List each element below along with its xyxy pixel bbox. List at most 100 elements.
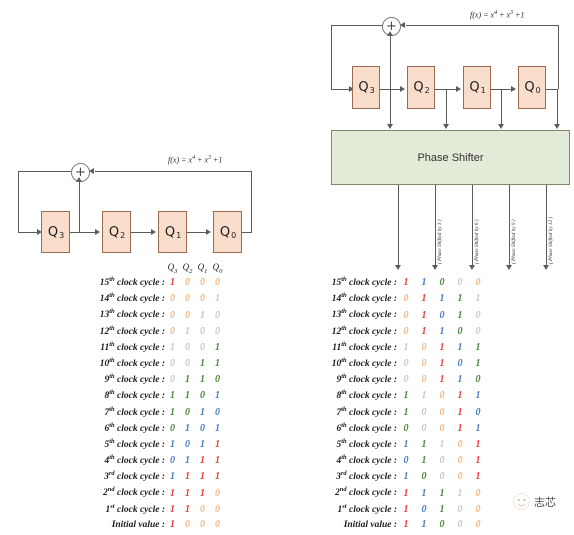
bit-cell: 0 (439, 471, 445, 483)
left-q1-in-arrow (151, 229, 156, 235)
right-feedback-polynomial: f(x) = x4 + x3 +1 (470, 10, 525, 20)
row-label: 13th clock cycle : (331, 308, 397, 321)
bit-cell: 1 (170, 471, 175, 483)
bit-cell: 1 (200, 439, 205, 451)
shifter-output-6-arrow (469, 265, 475, 270)
table-row: 15th clock cycle :11000 (297, 276, 487, 292)
tap-q1-arrow (498, 124, 504, 129)
right-register-q0: Q0 (518, 66, 546, 109)
bit-cell: 0 (475, 503, 481, 515)
bit-cell: 0 (215, 503, 220, 515)
bit-cell: 0 (185, 518, 190, 530)
left-q0-in-arrow (206, 229, 211, 235)
row-label: 6th clock cycle : (104, 421, 165, 434)
table-row: 7th clock cycle :10010 (297, 406, 487, 422)
table-row: 10th clock cycle :00101 (297, 357, 487, 373)
bit-cell: 0 (215, 309, 220, 321)
right-register-q2: Q2 (407, 66, 435, 109)
bit-cell: 1 (200, 487, 205, 499)
bit-cell: 1 (170, 503, 175, 515)
bit-cell: 1 (215, 455, 220, 467)
table-row: 15th clock cycle :1000 (62, 276, 225, 292)
bit-cell: 1 (439, 293, 445, 305)
row-label: 14th clock cycle : (99, 292, 165, 305)
row-label: 4th clock cycle : (104, 454, 165, 467)
bit-cell: 0 (475, 487, 481, 499)
table-row: 10th clock cycle :0011 (62, 357, 225, 373)
row-label: 15th clock cycle : (99, 276, 165, 289)
left-q2-in-arrow (95, 229, 100, 235)
row-label: 5th clock cycle : (336, 437, 397, 451)
bit-cell: 1 (170, 341, 175, 353)
row-label: 7th clock cycle : (336, 405, 397, 418)
shifter-output-9-wire (509, 185, 510, 268)
figure-canvas: f(x) = x4 + x3 +1 + Q3 Q2 Q1 Q0 Q3 Q2 Q1… (0, 0, 574, 530)
left-register-q2: Q2 (102, 211, 131, 253)
bit-cell: 1 (185, 374, 190, 386)
row-label: 13th clock cycle : (99, 308, 165, 321)
row-label: 7th clock cycle : (104, 405, 165, 418)
bit-cell: 1 (170, 277, 175, 289)
row-label: 11th clock cycle : (100, 340, 165, 353)
bit-cell: 1 (457, 374, 463, 386)
bit-cell: 0 (457, 471, 463, 483)
row-label: 12th clock cycle : (99, 324, 165, 337)
bit-cell: 0 (200, 503, 205, 515)
left-q3-to-q2-wire (70, 232, 96, 233)
row-label: 9th clock cycle : (336, 373, 397, 386)
shifter-output-3-wire (435, 185, 436, 268)
row-label: 1st clock cycle : (337, 502, 397, 515)
right-q3-tap-arrow (387, 31, 393, 36)
bit-cell: 1 (185, 471, 190, 483)
bit-cell: 1 (200, 471, 205, 483)
bit-cell: 1 (421, 390, 427, 402)
bit-cell: 1 (457, 341, 463, 353)
right-xor-to-q3-wire (331, 89, 351, 90)
table-row: 6th clock cycle :0101 (62, 422, 225, 438)
bit-cell: 1 (421, 325, 427, 337)
shifter-output-0-arrow (395, 265, 401, 270)
right-q0-in-arrow (511, 86, 516, 92)
row-label: 8th clock cycle : (336, 389, 397, 402)
bit-cell: 1 (215, 341, 220, 353)
bit-cell: 1 (421, 518, 427, 530)
bit-cell: 0 (439, 390, 445, 402)
right-q3-tap-riser (390, 34, 391, 89)
table-row: 4th clock cycle :0111 (62, 454, 225, 470)
bit-cell: 1 (170, 406, 175, 418)
tap-q1-to-shifter (501, 89, 502, 127)
bit-cell: 0 (170, 374, 175, 386)
tap-q0-arrow (554, 124, 560, 129)
bit-cell: 1 (170, 439, 175, 451)
bit-cell: 0 (439, 309, 445, 321)
bit-cell: 0 (457, 358, 463, 370)
left-header-q1: Q1 (197, 262, 208, 275)
left-header-q0: Q0 (212, 262, 223, 275)
left-feedback-top-wire (95, 171, 252, 172)
bit-cell: 1 (421, 293, 427, 305)
bit-cell: 0 (403, 374, 409, 386)
row-label: 4th clock cycle : (336, 454, 397, 467)
table-row: 12th clock cycle :0100 (62, 325, 225, 341)
bit-cell: 1 (200, 455, 205, 467)
bit-cell: 0 (457, 518, 463, 530)
bit-cell: 0 (421, 422, 427, 434)
left-state-table: 15th clock cycle :1 0 0 0 14th clock cycle :… (62, 276, 225, 535)
bit-cell: 0 (421, 374, 427, 386)
shifter-output-3-arrow (432, 265, 438, 270)
bit-cell: 0 (200, 422, 205, 434)
phase-shifter-block: Phase Shifter (331, 130, 570, 185)
shifter-output-9-label: ( Phase Shifted by 9 ) (511, 219, 517, 264)
row-label: 10th clock cycle : (331, 356, 397, 370)
left-register-q1: Q1 (158, 211, 187, 253)
bit-cell: 0 (170, 455, 175, 467)
bit-cell: 0 (170, 422, 175, 434)
bit-cell: 0 (215, 277, 220, 289)
bit-cell: 1 (457, 390, 463, 402)
bit-cell: 1 (403, 503, 409, 515)
row-label: 3rd clock cycle : (336, 470, 397, 483)
shifter-output-3-label: ( Phase Shifted by 3 ) (437, 219, 443, 264)
shifter-output-12-label: ( Phase Shifted by 12 ) (548, 216, 554, 264)
shifter-output-12-wire (546, 185, 547, 268)
bit-cell: 0 (403, 358, 409, 370)
